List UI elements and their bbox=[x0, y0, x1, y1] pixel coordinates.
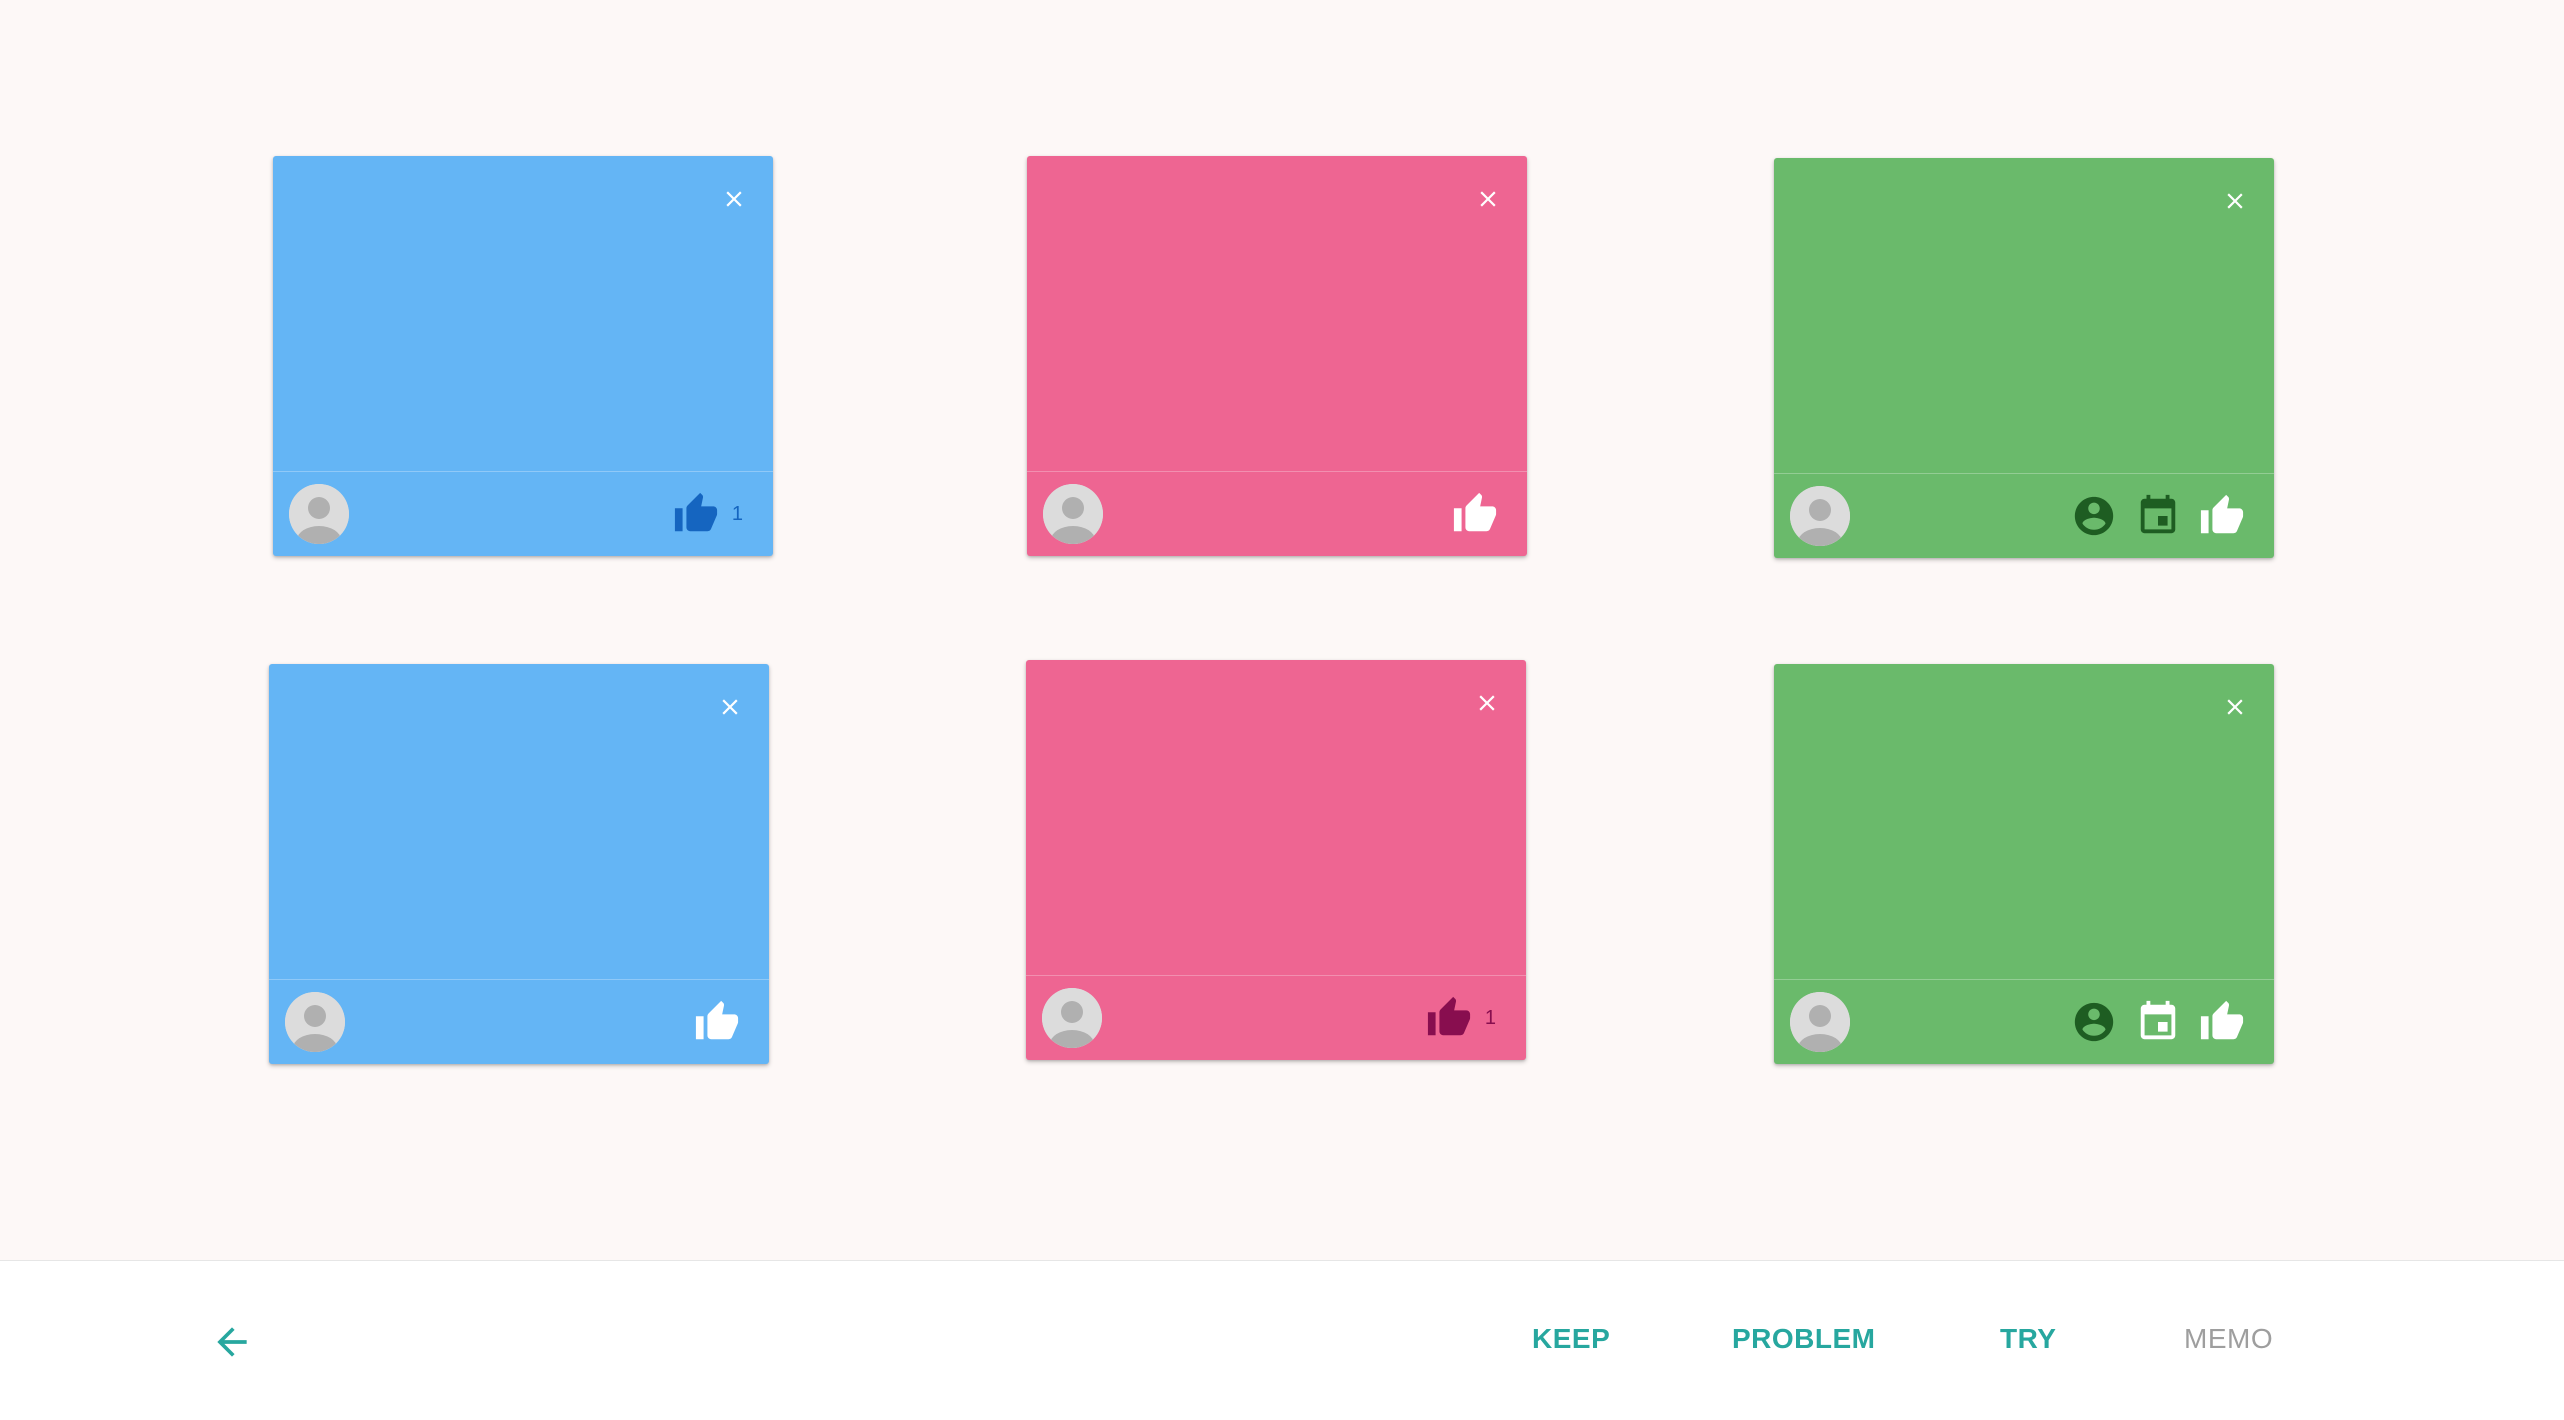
keep-card[interactable]: 1 bbox=[273, 156, 773, 556]
card-actions bbox=[2070, 980, 2246, 1064]
card-content[interactable] bbox=[269, 664, 769, 978]
close-icon[interactable] bbox=[721, 186, 747, 212]
like-count: 1 bbox=[731, 502, 743, 525]
card-content[interactable] bbox=[273, 156, 773, 470]
card-footer: 1 bbox=[1026, 975, 1526, 1060]
thumb-up-icon[interactable] bbox=[1425, 994, 1473, 1042]
close-icon[interactable] bbox=[717, 694, 743, 720]
avatar bbox=[1790, 992, 1850, 1052]
close-icon[interactable] bbox=[2222, 188, 2248, 214]
keep-card[interactable] bbox=[269, 664, 769, 1064]
thumb-up-icon[interactable] bbox=[2198, 492, 2246, 540]
card-footer bbox=[1027, 471, 1527, 556]
account-circle-icon[interactable] bbox=[2070, 492, 2118, 540]
close-icon[interactable] bbox=[2222, 694, 2248, 720]
card-content[interactable] bbox=[1774, 158, 2274, 472]
avatar bbox=[289, 484, 349, 544]
calendar-icon[interactable] bbox=[2134, 492, 2182, 540]
thumb-up-icon[interactable] bbox=[693, 998, 741, 1046]
card-content[interactable] bbox=[1026, 660, 1526, 974]
card-actions: 1 bbox=[672, 472, 745, 556]
close-icon[interactable] bbox=[1475, 186, 1501, 212]
problem-button[interactable]: PROBLEM bbox=[1732, 1323, 1876, 1355]
card-footer bbox=[1774, 979, 2274, 1064]
like-count: 1 bbox=[1484, 1006, 1496, 1029]
avatar bbox=[285, 992, 345, 1052]
account-circle-icon[interactable] bbox=[2070, 998, 2118, 1046]
close-icon[interactable] bbox=[1474, 690, 1500, 716]
calendar-icon[interactable] bbox=[2134, 998, 2182, 1046]
card-content[interactable] bbox=[1774, 664, 2274, 978]
avatar bbox=[1042, 988, 1102, 1048]
thumb-up-icon[interactable] bbox=[672, 490, 720, 538]
memo-button[interactable]: MEMO bbox=[2184, 1323, 2273, 1355]
card-actions bbox=[693, 980, 741, 1064]
card-footer bbox=[269, 979, 769, 1064]
avatar bbox=[1043, 484, 1103, 544]
thumb-up-icon[interactable] bbox=[1451, 490, 1499, 538]
try-card[interactable] bbox=[1774, 664, 2274, 1064]
avatar bbox=[1790, 486, 1850, 546]
keep-button[interactable]: KEEP bbox=[1532, 1323, 1610, 1355]
bottom-navigation-bar: KEEP PROBLEM TRY MEMO bbox=[0, 1260, 2564, 1420]
problem-card[interactable] bbox=[1027, 156, 1527, 556]
card-footer: 1 bbox=[273, 471, 773, 556]
card-footer bbox=[1774, 473, 2274, 558]
arrow-back-icon[interactable] bbox=[210, 1320, 254, 1364]
card-actions bbox=[2070, 474, 2246, 558]
card-actions bbox=[1451, 472, 1499, 556]
thumb-up-icon[interactable] bbox=[2198, 998, 2246, 1046]
card-content[interactable] bbox=[1027, 156, 1527, 470]
try-card[interactable] bbox=[1774, 158, 2274, 558]
problem-card[interactable]: 1 bbox=[1026, 660, 1526, 1060]
retro-board: 1 1 bbox=[0, 0, 2564, 1260]
card-actions: 1 bbox=[1425, 976, 1498, 1060]
try-button[interactable]: TRY bbox=[2000, 1323, 2056, 1355]
